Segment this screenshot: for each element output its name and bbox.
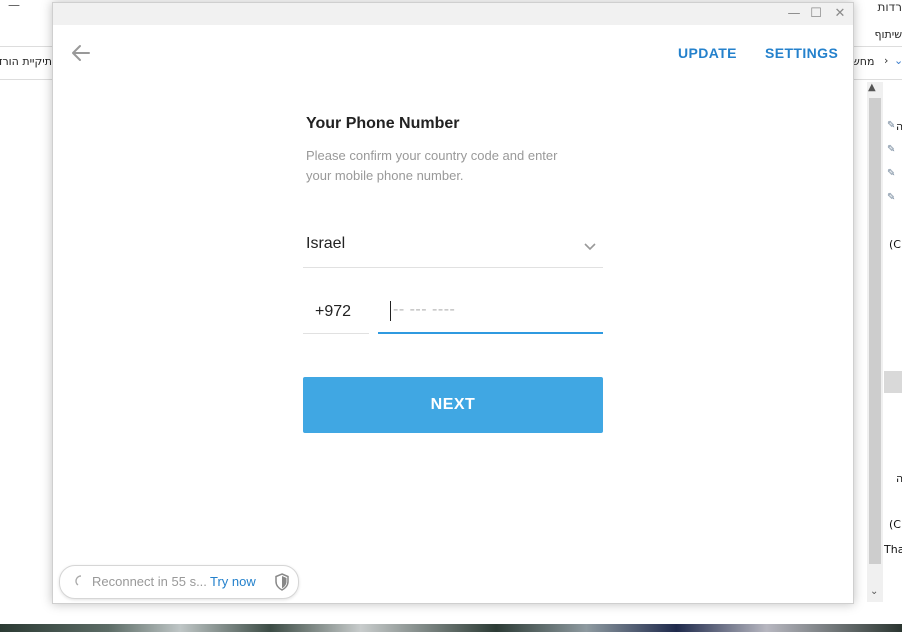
text-caret xyxy=(390,301,391,321)
try-now-link[interactable]: Try now xyxy=(210,574,256,589)
background-address-computer[interactable]: מחש xyxy=(852,55,874,68)
page-title: Your Phone Number xyxy=(306,115,460,132)
background-share-tab[interactable]: שיתוף xyxy=(874,28,902,41)
telegram-window: — ☐ ✕ UPDATE SETTINGS Your Phone Number … xyxy=(52,2,854,604)
next-button[interactable]: NEXT xyxy=(303,377,603,433)
country-code-field[interactable]: +972 xyxy=(303,295,369,334)
pin-icon: ✎ xyxy=(887,192,896,203)
country-select[interactable]: Israel xyxy=(303,229,603,268)
minimize-button[interactable]: — xyxy=(783,4,805,24)
settings-button[interactable]: SETTINGS xyxy=(765,45,838,61)
pin-icon: ✎ xyxy=(887,168,896,179)
chevron-down-icon[interactable]: ⌄ xyxy=(894,54,902,67)
background-scrollbar-thumb[interactable] xyxy=(869,98,881,564)
maximize-button[interactable]: ☐ xyxy=(805,4,827,24)
scroll-up-icon[interactable]: ▲ xyxy=(868,82,876,93)
pin-icon: ✎ xyxy=(887,120,896,131)
background-list-text: Tha xyxy=(884,543,902,556)
desktop-wallpaper-strip xyxy=(0,624,902,632)
background-tab[interactable]: רדות xyxy=(878,0,902,14)
chevron-right-icon[interactable]: › xyxy=(884,54,888,67)
country-name: Israel xyxy=(306,235,346,252)
phone-placeholder: -- --- ---- xyxy=(393,301,456,318)
close-button[interactable]: ✕ xyxy=(829,4,851,24)
connection-status: Reconnect in 55 s... Try now xyxy=(59,565,299,599)
title-bar[interactable]: — ☐ ✕ xyxy=(53,3,853,25)
spinner-icon xyxy=(75,575,82,586)
pin-icon: ✎ xyxy=(887,144,896,155)
phone-number-input[interactable]: -- --- ---- xyxy=(378,295,603,334)
background-list-text: ה xyxy=(896,120,902,133)
background-list-text: ה xyxy=(896,472,902,485)
background-minimize-icon[interactable]: — xyxy=(8,0,20,12)
background-list-text: (C xyxy=(889,518,901,531)
background-list-text: (C xyxy=(889,238,901,251)
country-code-value: +972 xyxy=(315,303,352,320)
chevron-down-icon xyxy=(584,243,596,251)
connection-status-text: Reconnect in 55 s... xyxy=(92,574,207,589)
arrow-left-icon[interactable] xyxy=(69,41,93,65)
background-selected-row[interactable] xyxy=(884,371,902,393)
background-address-folder[interactable]: תיקיית הורד xyxy=(0,55,52,68)
shield-icon[interactable] xyxy=(274,573,290,591)
scroll-down-icon[interactable]: ⌄ xyxy=(870,586,878,597)
page-description: Please confirm your country code and ent… xyxy=(306,148,558,183)
update-button[interactable]: UPDATE xyxy=(678,45,737,61)
